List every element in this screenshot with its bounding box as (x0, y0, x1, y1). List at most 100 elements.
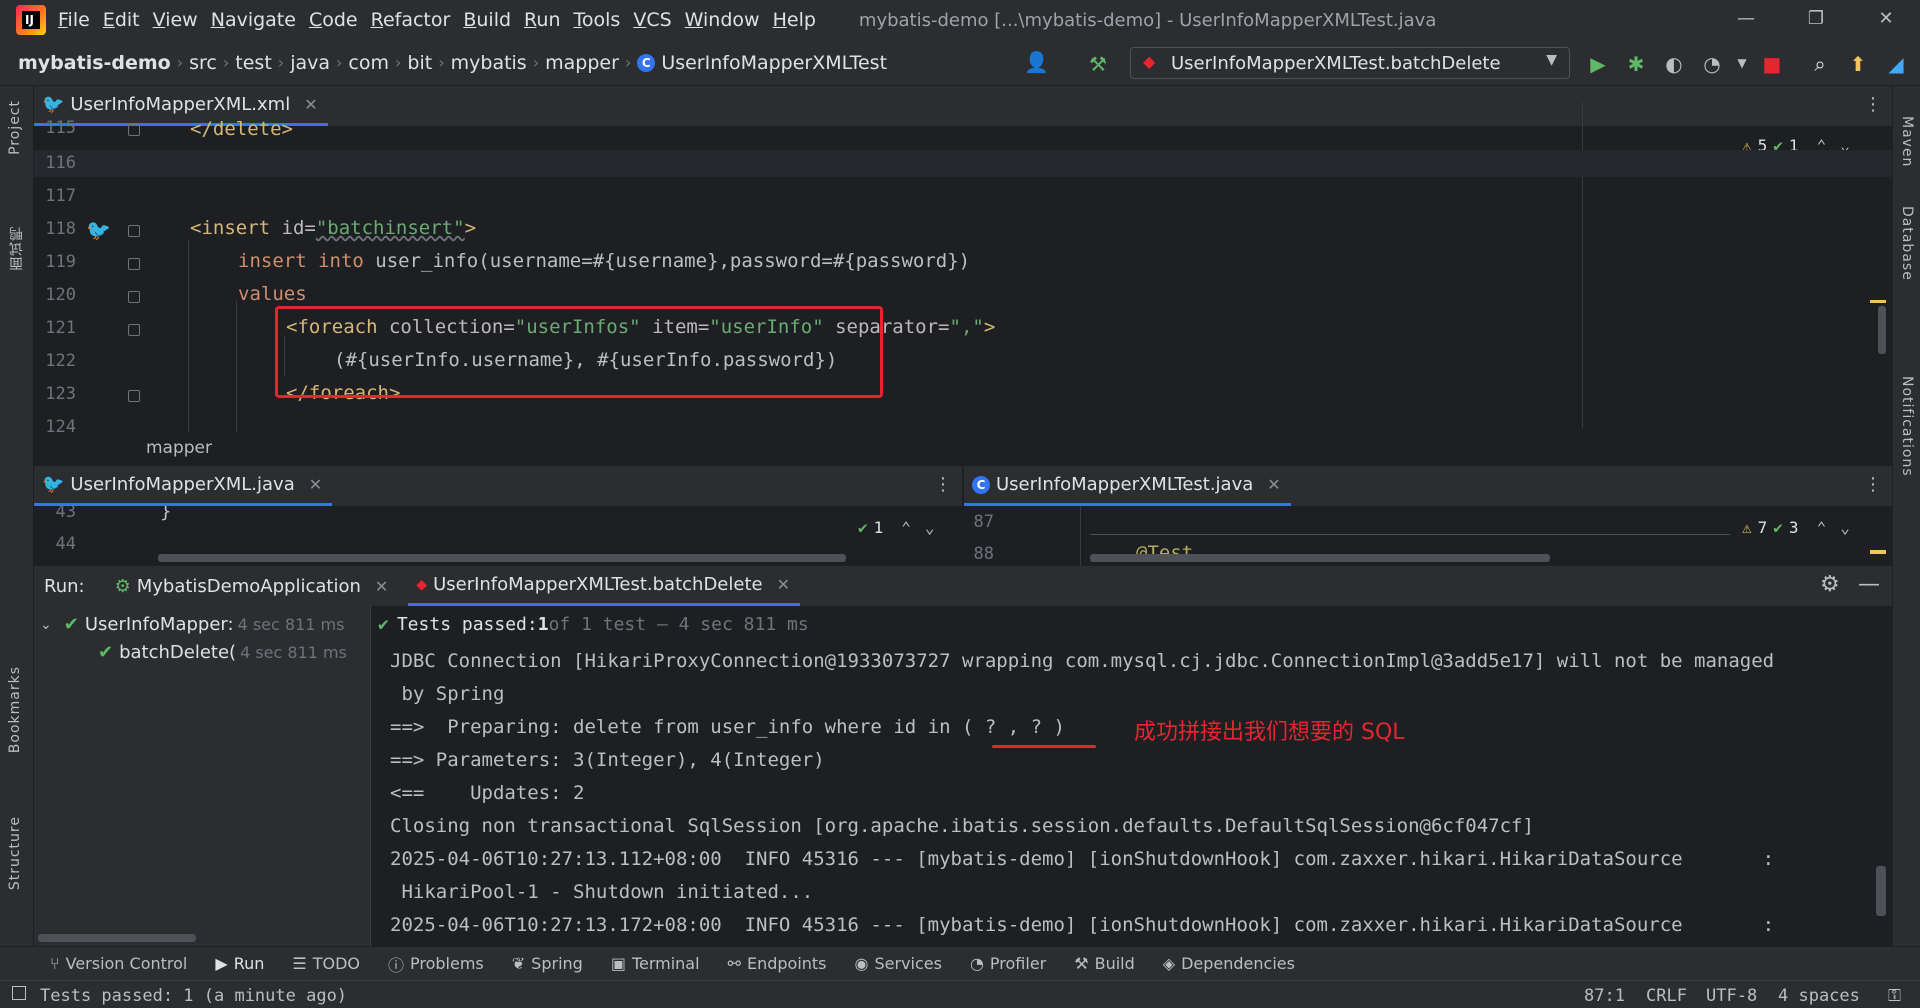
mybatis-gutter-icon[interactable]: 🐦 (86, 218, 111, 242)
close-tab-icon[interactable]: ✕ (375, 577, 388, 596)
chevron-down-icon[interactable]: ▼ (1730, 56, 1754, 70)
breadcrumb-mapper[interactable]: mapper (539, 52, 625, 74)
bookmarks-tool-button[interactable]: Bookmarks (7, 666, 23, 753)
fold-marker-icon[interactable] (128, 390, 140, 402)
right-split-editor[interactable]: 87 88 @Test ⚠ 7 ✔ 3 ⌃ ⌄ (964, 506, 1892, 566)
horizontal-scrollbar[interactable] (38, 934, 196, 942)
tool-problems[interactable]: ⓘ Problems (388, 952, 484, 976)
chevron-up-icon[interactable]: ⌃ (1817, 518, 1827, 537)
console-scrollbar[interactable] (1876, 866, 1886, 916)
tool-run[interactable]: ▶ Run (215, 954, 264, 973)
maven-tool-button[interactable]: Maven (1899, 116, 1915, 167)
breadcrumb-test[interactable]: test (229, 52, 278, 74)
search-icon[interactable]: ⌕ (1808, 52, 1832, 76)
inspection-widget[interactable]: ⚠ 7 ✔ 3 ⌃ ⌄ (1742, 518, 1850, 537)
horizontal-scrollbar[interactable] (158, 554, 846, 562)
menu-window[interactable]: Window (685, 9, 760, 31)
fold-marker-icon[interactable] (128, 124, 140, 136)
profiler-icon[interactable]: ◔ (1700, 52, 1724, 76)
tree-item-method[interactable]: ✔ batchDelete( 4 sec 811 ms (98, 642, 347, 663)
editor-breadcrumb[interactable]: mapper (34, 432, 1892, 464)
more-options-icon[interactable]: ⋮ (1864, 474, 1882, 495)
ai-assistant-icon[interactable]: ◢ (1884, 52, 1908, 76)
chevron-down-icon[interactable]: ⌄ (925, 518, 935, 537)
debug-icon[interactable]: ✱ (1624, 52, 1648, 76)
stop-icon[interactable]: ■ (1760, 52, 1784, 76)
breadcrumb-src[interactable]: src (183, 52, 223, 74)
structure-tool-button[interactable]: Structure (7, 816, 23, 890)
tab-run-test[interactable]: ◆ UserInfoMapperXMLTest.batchDelete ✕ (408, 566, 800, 606)
menu-tools[interactable]: Tools (574, 9, 621, 31)
more-options-icon[interactable]: ⋮ (934, 474, 952, 495)
left-split-editor[interactable]: 43 44 } ✔ 1 ⌃ ⌄ (34, 506, 962, 566)
menu-help[interactable]: Help (773, 9, 816, 31)
file-encoding[interactable]: UTF-8 (1706, 986, 1757, 1006)
chevron-down-icon[interactable]: ⌄ (1840, 518, 1850, 537)
tool-terminal[interactable]: ▣ Terminal (611, 954, 700, 973)
menu-edit[interactable]: Edit (103, 9, 140, 31)
menu-refactor[interactable]: Refactor (371, 9, 451, 31)
horizontal-scrollbar[interactable] (1090, 554, 1550, 562)
gear-icon[interactable]: ⚙ (1820, 572, 1840, 597)
close-tab-icon[interactable]: ✕ (1267, 475, 1280, 494)
tool-services[interactable]: ◉ Services (855, 954, 942, 973)
build-hammer-icon[interactable]: ⚒ (1086, 52, 1110, 76)
menu-file[interactable]: File (58, 9, 90, 31)
tool-profiler[interactable]: ◔ Profiler (970, 954, 1046, 973)
editor-top[interactable]: 🐦 UserInfoMapperXML.xml ✕ ⋮ ⚠ 5 ✔ 1 ⌃ ⌄ (34, 86, 1892, 464)
fold-marker-icon[interactable] (128, 291, 140, 303)
fold-marker-icon[interactable] (128, 225, 140, 237)
close-tab-icon[interactable]: ✕ (309, 475, 322, 494)
panel-toggle-icon[interactable] (12, 986, 26, 1000)
breadcrumb-java[interactable]: java (284, 52, 336, 74)
close-window-icon[interactable]: ✕ (1866, 8, 1906, 32)
tool-version-control[interactable]: ⑂ Version Control (50, 954, 187, 973)
indent-setting[interactable]: 4 spaces (1778, 986, 1860, 1006)
tab-java-test[interactable]: C UserInfoMapperXMLTest.java ✕ (964, 466, 1291, 506)
editor-scrollbar[interactable] (1878, 306, 1886, 354)
menu-navigate[interactable]: Navigate (211, 9, 296, 31)
tool-spring[interactable]: ❦ Spring (512, 954, 583, 973)
menu-run[interactable]: Run (524, 9, 560, 31)
project-tool-button[interactable]: Project (7, 100, 23, 155)
console-output[interactable]: ✔ Tests passed: 1 of 1 test – 4 sec 811 … (372, 606, 1892, 946)
menu-vcs[interactable]: VCS (633, 9, 671, 31)
menu-build[interactable]: Build (463, 9, 511, 31)
caret-position[interactable]: 87:1 (1584, 986, 1625, 1006)
tool-todo[interactable]: ☰ TODO (292, 954, 360, 973)
intellij-logo-icon[interactable]: IJ (16, 5, 46, 35)
fold-marker-icon[interactable] (128, 324, 140, 336)
tab-java-mapper[interactable]: 🐦 UserInfoMapperXML.java ✕ (34, 466, 333, 506)
breadcrumb-project[interactable]: mybatis-demo (0, 52, 177, 74)
close-tab-icon[interactable]: ✕ (304, 95, 317, 114)
tree-item-class[interactable]: ⌄ ✔ UserInfoMapper: 4 sec 811 ms (40, 614, 344, 635)
database-tool-button[interactable]: Database (1899, 206, 1915, 281)
coverage-icon[interactable]: ◐ (1662, 52, 1686, 76)
notifications-tool-button[interactable]: Notifications (1899, 376, 1915, 477)
tool-build[interactable]: ⚒ Build (1074, 954, 1135, 973)
inspection-widget[interactable]: ✔ 1 ⌃ ⌄ (858, 518, 935, 537)
user-icon[interactable]: 👤 (1024, 50, 1049, 74)
tool-endpoints[interactable]: ⚯ Endpoints (728, 954, 827, 973)
minimize-panel-icon[interactable]: — (1858, 572, 1880, 597)
fold-marker-icon[interactable] (128, 258, 140, 270)
minimize-icon[interactable]: — (1726, 8, 1766, 32)
line-separator[interactable]: CRLF (1646, 986, 1687, 1006)
run-icon[interactable]: ▶ (1586, 52, 1610, 76)
breadcrumb-mybatis[interactable]: mybatis (445, 52, 533, 74)
chevron-down-icon[interactable]: ⌄ (40, 617, 52, 633)
status-message[interactable]: Tests passed: 1 (a minute ago) (40, 986, 347, 1006)
breadcrumb-com[interactable]: com (342, 52, 395, 74)
lock-icon[interactable]: ⚿ (1888, 986, 1901, 1006)
breadcrumb-bit[interactable]: bit (401, 52, 438, 74)
update-icon[interactable]: ⬆ (1846, 52, 1870, 76)
close-tab-icon[interactable]: ✕ (777, 575, 790, 594)
restore-icon[interactable]: ❐ (1796, 8, 1836, 32)
breadcrumb-class[interactable]: C UserInfoMapperXMLTest (631, 52, 893, 74)
tab-run-app[interactable]: ⚙ MybatisDemoApplication ✕ (107, 566, 399, 606)
interview-tool-button[interactable]: 面试鸭 (7, 226, 27, 271)
menu-view[interactable]: View (153, 9, 198, 31)
menu-code[interactable]: Code (309, 9, 358, 31)
more-options-icon[interactable]: ⋮ (1864, 94, 1882, 115)
tool-dependencies[interactable]: ◈ Dependencies (1163, 954, 1295, 973)
